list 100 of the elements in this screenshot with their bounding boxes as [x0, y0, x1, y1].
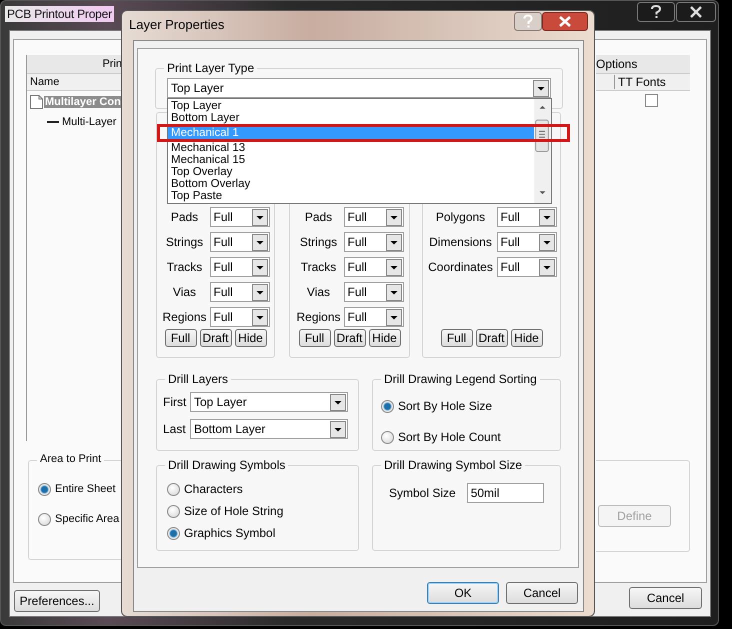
- column-header: Options: [596, 57, 638, 71]
- radio-button[interactable]: [381, 400, 394, 412]
- radio-label: Graphics Symbol: [184, 526, 276, 540]
- mode-dropdown[interactable]: Full: [496, 232, 556, 252]
- tree-item[interactable]: Multi-Layer: [61, 116, 118, 128]
- help-button[interactable]: [636, 2, 676, 22]
- radio-label: Entire Sheet: [55, 483, 116, 495]
- close-button[interactable]: [542, 12, 588, 31]
- mode-button[interactable]: Hide: [510, 329, 542, 347]
- caret-icon: [252, 308, 268, 326]
- checkbox[interactable]: [645, 94, 658, 107]
- radio-button[interactable]: [167, 526, 180, 540]
- field-label: Regions: [296, 310, 342, 324]
- window-title: PCB Printout Proper: [5, 6, 114, 22]
- caret-icon: [533, 80, 549, 96]
- layer-line-icon: [47, 120, 59, 124]
- scrollbar[interactable]: [534, 99, 551, 203]
- mode-dropdown[interactable]: Full: [210, 307, 270, 327]
- radio-label: Sort By Hole Size: [398, 399, 492, 413]
- list-item[interactable]: Bottom Overlay: [168, 178, 534, 190]
- mode-button[interactable]: Full: [298, 329, 330, 347]
- column-header: Name: [30, 76, 60, 88]
- preferences-button[interactable]: Preferences...: [14, 590, 100, 612]
- list-item[interactable]: Top Paste: [168, 190, 534, 202]
- mode-dropdown[interactable]: Full: [344, 257, 404, 277]
- caret-icon: [386, 284, 402, 300]
- caret-icon: [252, 208, 268, 226]
- radio-label: Sort By Hole Count: [398, 430, 501, 444]
- cancel-button[interactable]: Cancel: [506, 582, 578, 604]
- dialog-title: Layer Properties: [129, 17, 224, 32]
- ok-button[interactable]: OK: [427, 582, 499, 604]
- mode-button[interactable]: Full: [164, 329, 196, 347]
- layer-dropdown[interactable]: Top Layer: [190, 392, 348, 412]
- caret-icon: [330, 394, 346, 410]
- radio-button[interactable]: [38, 512, 51, 526]
- caret-icon: [386, 208, 402, 226]
- group-title: Drill Layers: [165, 372, 232, 386]
- mode-button[interactable]: Full: [440, 329, 472, 347]
- radio-label: Characters: [184, 482, 243, 496]
- mode-button[interactable]: Hide: [234, 329, 266, 347]
- field-label: Strings: [164, 235, 204, 249]
- group-title: Area to Print: [37, 453, 104, 465]
- mode-dropdown[interactable]: Full: [210, 282, 270, 302]
- field-label: Strings: [298, 235, 338, 249]
- caret-icon: [386, 308, 402, 326]
- mode-button[interactable]: Draft: [334, 329, 366, 347]
- radio-button[interactable]: [381, 430, 394, 444]
- field-label: Polygons: [434, 210, 486, 224]
- list-item[interactable]: Mechanical 15: [168, 154, 534, 166]
- mode-button[interactable]: Hide: [368, 329, 400, 347]
- cancel-button[interactable]: Cancel: [629, 587, 702, 609]
- caret-icon: [386, 258, 402, 276]
- radio-label: Specific Area: [55, 513, 120, 525]
- field-label: Dimensions: [428, 235, 493, 249]
- mode-dropdown[interactable]: Full: [344, 232, 404, 252]
- field-label: Vias: [172, 285, 198, 299]
- mode-dropdown[interactable]: Full: [496, 257, 556, 277]
- group-title: Drill Drawing Symbol Size: [381, 458, 526, 472]
- field-label: Vias: [306, 285, 332, 299]
- mode-dropdown[interactable]: Full: [344, 207, 404, 227]
- mode-dropdown[interactable]: Full: [210, 257, 270, 277]
- radio-button[interactable]: [167, 504, 180, 518]
- caret-icon: [252, 234, 268, 250]
- field-label: Pads: [304, 210, 334, 224]
- list-item[interactable]: Top Layer: [168, 100, 534, 112]
- field-label: First: [163, 395, 188, 409]
- caret-icon: [538, 234, 554, 250]
- mode-dropdown[interactable]: Full: [344, 307, 404, 327]
- field-label: Symbol Size: [389, 486, 456, 500]
- field-label: Tracks: [300, 260, 338, 274]
- document-icon: [30, 95, 43, 109]
- caret-icon: [252, 258, 268, 276]
- symbol-size-field[interactable]: 50mil: [466, 483, 544, 503]
- radio-button[interactable]: [38, 482, 51, 496]
- field-label: Tracks: [166, 260, 204, 274]
- mode-button[interactable]: Draft: [200, 329, 232, 347]
- layer-dropdown[interactable]: Bottom Layer: [190, 419, 348, 439]
- layer-type-dropdown[interactable]: Top Layer: [167, 78, 551, 98]
- caret-icon: [538, 258, 554, 276]
- group-title: Drill Drawing Legend Sorting: [381, 372, 540, 386]
- list-item[interactable]: Bottom Layer: [168, 112, 534, 124]
- mode-dropdown[interactable]: Full: [344, 282, 404, 302]
- mode-button[interactable]: Draft: [476, 329, 508, 347]
- caret-icon: [538, 208, 554, 226]
- caret-icon: [330, 420, 346, 438]
- field-label: Last: [163, 422, 187, 436]
- group-title: Drill Drawing Symbols: [165, 458, 288, 472]
- radio-label: Size of Hole String: [184, 504, 284, 518]
- mode-dropdown[interactable]: Full: [210, 232, 270, 252]
- list-item[interactable]: Top Overlay: [168, 166, 534, 178]
- list-item[interactable]: Mechanical 13: [168, 142, 534, 154]
- caret-icon: [386, 234, 402, 250]
- field-label: Pads: [170, 210, 200, 224]
- mode-dropdown[interactable]: Full: [496, 207, 556, 227]
- field-label: Regions: [162, 310, 208, 324]
- field-label: Coordinates: [427, 260, 494, 274]
- radio-button[interactable]: [167, 482, 180, 496]
- group-title: Print Layer Type: [164, 61, 258, 75]
- mode-dropdown[interactable]: Full: [210, 207, 270, 227]
- close-button[interactable]: [676, 2, 716, 22]
